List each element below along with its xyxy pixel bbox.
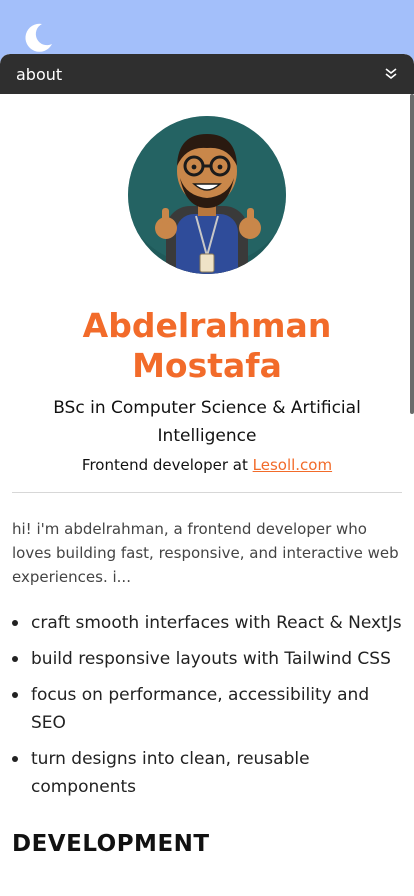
page: about Abdelrahman Mostafa BSc in Compute… (0, 0, 414, 896)
window-title: about (16, 64, 63, 84)
company-link[interactable]: Lesoll.com (253, 456, 332, 474)
profile-role: Frontend developer at Lesoll.com (12, 456, 402, 474)
scrollbar[interactable] (410, 94, 414, 414)
skills-list: craft smooth interfaces with React & Nex… (12, 609, 402, 801)
divider (12, 492, 402, 493)
window-titlebar: about (0, 54, 414, 94)
avatar (128, 116, 286, 274)
list-item: focus on performance, accessibility and … (12, 681, 402, 737)
moon-icon (25, 23, 52, 52)
intro-text: hi! i'm abdelrahman, a frontend develope… (12, 520, 399, 586)
list-item: build responsive layouts with Tailwind C… (12, 645, 402, 673)
window-content: Abdelrahman Mostafa BSc in Computer Scie… (0, 116, 414, 857)
profile-name: Abdelrahman Mostafa (82, 306, 332, 385)
top-background (0, 0, 414, 60)
section-title-development: DEVELOPMENT (12, 831, 210, 857)
list-item: turn designs into clean, reusable compon… (12, 745, 402, 801)
about-window: about Abdelrahman Mostafa BSc in Compute… (0, 54, 414, 896)
list-item: craft smooth interfaces with React & Nex… (12, 609, 402, 637)
profile-degree: BSc in Computer Science & Artificial Int… (53, 398, 361, 446)
double-chevron-down-icon[interactable] (384, 67, 398, 81)
theme-toggle-button[interactable] (20, 20, 56, 56)
role-prefix: Frontend developer at (81, 456, 248, 474)
avatar-wrapper (12, 116, 402, 274)
